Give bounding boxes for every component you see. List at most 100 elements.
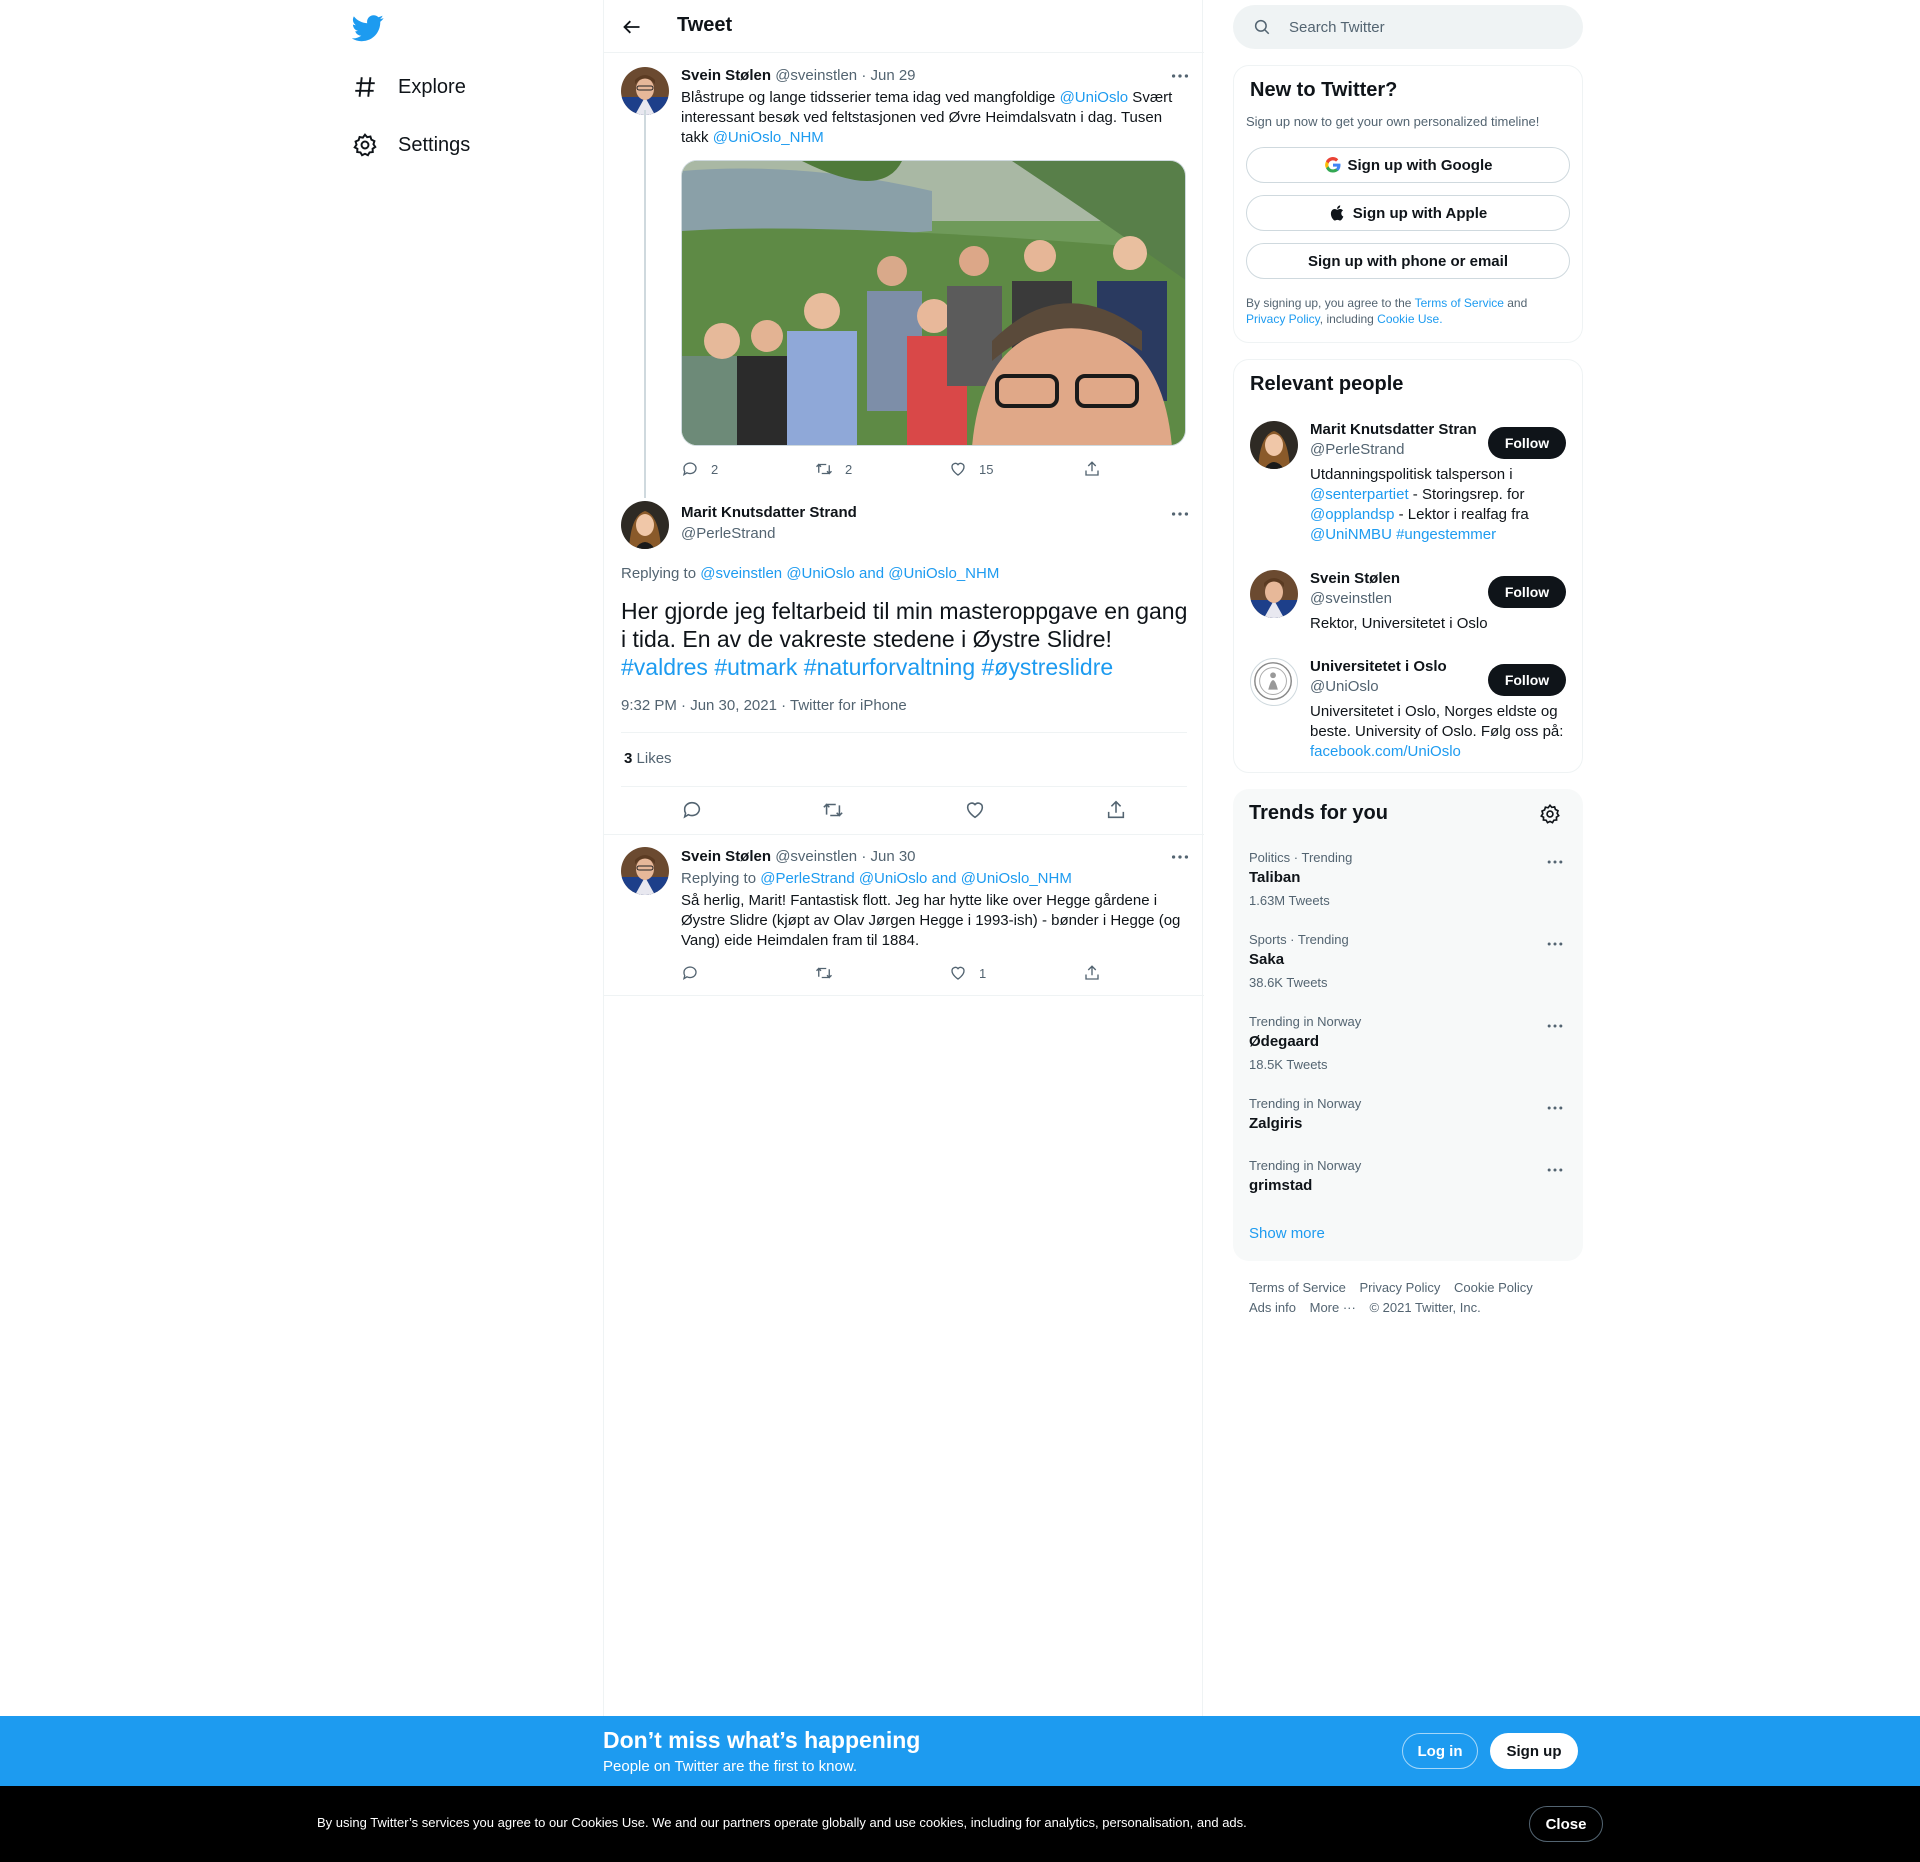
author-name[interactable]: Svein Stølen [681, 848, 771, 865]
likes-summary[interactable]: 3 Likes [624, 750, 672, 767]
follow-button[interactable]: Follow [1488, 427, 1566, 459]
trend-context: Trending in Norway [1249, 1096, 1362, 1111]
search-icon [1253, 18, 1271, 36]
like-button[interactable]: 1 [949, 964, 1083, 982]
tweet-date[interactable]: · Jun 29 [861, 67, 915, 84]
focused-tweet-text: Her gjorde jeg feltarbeid til min master… [621, 597, 1191, 681]
terms-link[interactable]: Terms of Service [1415, 296, 1504, 310]
search-input[interactable] [1289, 5, 1569, 49]
author-handle[interactable]: @PerleStrand [681, 525, 775, 542]
nav-item-settings[interactable]: Settings [352, 119, 470, 171]
privacy-link[interactable]: Privacy Policy [1246, 312, 1320, 326]
retweet-button[interactable] [815, 964, 949, 982]
share-button[interactable] [1083, 460, 1217, 478]
person-marit[interactable]: Marit Knutsdatter Strand @PerleStrand Fo… [1250, 421, 1570, 551]
person-handle[interactable]: @UniOslo [1310, 678, 1379, 695]
person-svein[interactable]: Svein Stølen @sveinstlen Follow Rektor, … [1250, 570, 1570, 640]
more-options-icon[interactable] [1545, 934, 1565, 954]
avatar[interactable] [621, 847, 669, 895]
trend-item[interactable]: Trending in Norway Zalgiris [1233, 1096, 1583, 1140]
trend-item[interactable]: Trending in Norway grimstad [1233, 1158, 1583, 1202]
tweet-date[interactable]: · Jun 30 [861, 848, 915, 865]
twitter-bird-icon[interactable] [352, 12, 384, 44]
footer-link[interactable]: Privacy Policy [1359, 1280, 1440, 1295]
trend-context: Sports · Trending [1249, 932, 1349, 947]
person-handle[interactable]: @sveinstlen [1310, 590, 1392, 607]
tweet-photo[interactable] [681, 160, 1186, 446]
legal-segment: , including [1319, 312, 1378, 326]
reply-button[interactable]: 2 [681, 460, 815, 478]
share-icon[interactable] [1105, 799, 1127, 821]
replying-mentions[interactable]: @PerleStrand @UniOslo and @UniOslo_NHM [760, 870, 1072, 887]
retweet-button[interactable]: 2 [815, 460, 949, 478]
person-handle[interactable]: @PerleStrand [1310, 441, 1404, 458]
person-name[interactable]: Svein Stølen [1310, 570, 1476, 587]
retweet-icon[interactable] [822, 799, 844, 821]
author-handle[interactable]: @sveinstlen [775, 848, 857, 865]
mention-link[interactable]: @UniNMBU #ungestemmer [1310, 526, 1496, 543]
tweet-timestamp[interactable]: 9:32 PM · Jun 30, 2021 · Twitter for iPh… [621, 697, 907, 714]
share-icon [1083, 964, 1101, 982]
tweet-body: Her gjorde jeg feltarbeid til min master… [621, 598, 1188, 652]
footer-link[interactable]: Cookie Policy [1454, 1280, 1533, 1295]
mention-link[interactable]: @opplandsp [1310, 506, 1394, 523]
apple-signup-button[interactable]: Sign up with Apple [1246, 195, 1570, 231]
search-bar[interactable] [1233, 5, 1583, 49]
follow-button[interactable]: Follow [1488, 576, 1566, 608]
share-button[interactable] [1083, 964, 1217, 982]
more-options-icon[interactable] [1545, 1016, 1565, 1036]
footer-more-link[interactable]: More ··· [1310, 1300, 1356, 1315]
phone-email-signup-button[interactable]: Sign up with phone or email [1246, 243, 1570, 279]
reply-icon[interactable] [681, 799, 703, 821]
login-button[interactable]: Log in [1402, 1733, 1478, 1769]
trend-context: Trending in Norway [1249, 1014, 1362, 1029]
mention-link[interactable]: @UniOslo_NHM [713, 129, 824, 146]
share-icon [1083, 460, 1101, 478]
trend-item[interactable]: Politics · Trending Taliban 1.63M Tweets [1233, 850, 1583, 910]
reply-icon [681, 964, 699, 982]
banner-subtitle: People on Twitter are the first to know. [603, 1758, 858, 1775]
more-options-icon[interactable] [1169, 65, 1191, 87]
more-options-icon[interactable] [1545, 1098, 1565, 1118]
nav-item-explore[interactable]: Explore [352, 61, 466, 113]
arrow-left-icon[interactable] [622, 17, 642, 37]
facebook-link[interactable]: facebook.com/UniOslo [1310, 743, 1461, 760]
avatar[interactable] [621, 67, 669, 115]
mention-link[interactable]: @UniOslo [1060, 89, 1129, 106]
banner-title: Don’t miss what’s happening [603, 1727, 921, 1753]
google-signup-button[interactable]: Sign up with Google [1246, 147, 1570, 183]
show-more-link[interactable]: Show more [1249, 1225, 1325, 1242]
avatar[interactable] [1250, 570, 1298, 618]
follow-button[interactable]: Follow [1488, 664, 1566, 696]
gear-icon[interactable] [1539, 803, 1561, 825]
cookie-banner: By using Twitter’s services you agree to… [0, 1786, 1920, 1862]
replying-mentions[interactable]: @sveinstlen @UniOslo and @UniOslo_NHM [700, 565, 999, 582]
trend-name: grimstad [1249, 1177, 1313, 1194]
heart-icon[interactable] [964, 799, 986, 821]
signup-button[interactable]: Sign up [1490, 1733, 1578, 1769]
more-options-icon[interactable] [1545, 1160, 1565, 1180]
author-name[interactable]: Marit Knutsdatter Strand [681, 504, 857, 521]
person-unioslo[interactable]: Universitetet i Oslo @UniOslo Follow Uni… [1250, 658, 1570, 760]
reply-button[interactable] [681, 964, 815, 982]
avatar[interactable] [1250, 658, 1298, 706]
hashtag-links[interactable]: #valdres #utmark #naturforvaltning #øyst… [621, 654, 1113, 680]
more-options-icon[interactable] [1545, 852, 1565, 872]
close-button[interactable]: Close [1529, 1806, 1603, 1842]
trend-item[interactable]: Trending in Norway Ødegaard 18.5K Tweets [1233, 1014, 1583, 1074]
author-name[interactable]: Svein Stølen [681, 67, 771, 84]
more-options-icon[interactable] [1169, 846, 1191, 868]
cookie-link[interactable]: Cookie Use. [1377, 312, 1442, 326]
avatar[interactable] [1250, 421, 1298, 469]
person-name[interactable]: Marit Knutsdatter Strand [1310, 421, 1476, 438]
person-name[interactable]: Universitetet i Oslo [1310, 658, 1476, 675]
mention-link[interactable]: @senterpartiet [1310, 486, 1409, 503]
author-handle[interactable]: @sveinstlen [775, 67, 857, 84]
like-button[interactable]: 15 [949, 460, 1083, 478]
avatar[interactable] [621, 501, 669, 549]
trend-item[interactable]: Sports · Trending Saka 38.6K Tweets [1233, 932, 1583, 992]
more-options-icon[interactable] [1169, 503, 1191, 525]
footer-link[interactable]: Ads info [1249, 1300, 1296, 1315]
tweet-actions: 1 [681, 964, 1217, 982]
footer-link[interactable]: Terms of Service [1249, 1280, 1346, 1295]
